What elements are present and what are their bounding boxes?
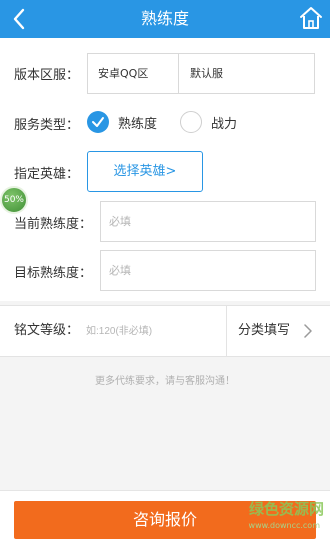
service-note: 更多代练要求，请与客服沟通！: [95, 376, 235, 387]
service-option-power-radio[interactable]: [180, 111, 202, 133]
rune-level-row: 铭文等级： 分类填写: [0, 305, 330, 357]
service-label: 服务类型：: [14, 118, 80, 133]
order-form: 版本区服： 安卓QQ区 默认服 服务类型： 熟练度 战力 指定英雄： 选择英雄>…: [0, 38, 330, 301]
service-option-power-label[interactable]: 战力: [211, 113, 237, 132]
zone-selector[interactable]: 安卓QQ区 默认服: [87, 53, 315, 94]
home-icon[interactable]: [298, 5, 324, 31]
service-option-proficiency-label[interactable]: 熟练度: [118, 113, 157, 132]
watermark-url: www.downcc.com: [248, 521, 320, 530]
target-proficiency-input[interactable]: [100, 250, 316, 291]
checkmark-icon: [92, 117, 104, 127]
service-option-proficiency-radio[interactable]: [87, 111, 109, 133]
hero-label: 指定英雄：: [14, 167, 80, 182]
rune-level-label: 铭文等级：: [14, 323, 80, 338]
zone-version-value[interactable]: 安卓QQ区: [88, 54, 179, 93]
category-fill-button[interactable]: 分类填写: [238, 306, 290, 356]
zone-label: 版本区服：: [14, 68, 80, 83]
zone-server-value[interactable]: 默认服: [180, 54, 314, 93]
rune-level-input[interactable]: [86, 316, 216, 346]
current-proficiency-input[interactable]: [100, 201, 316, 242]
page-title: 熟练度: [140, 9, 189, 28]
divider: [226, 306, 227, 356]
chevron-right-icon[interactable]: [303, 324, 313, 338]
current-proficiency-label: 当前熟练度：: [14, 217, 93, 232]
select-hero-button[interactable]: 选择英雄>: [87, 151, 203, 192]
target-proficiency-label: 目标熟练度：: [14, 266, 93, 281]
top-bar: 熟练度: [0, 0, 330, 38]
watermark: 绿色资源网: [248, 500, 324, 518]
progress-badge[interactable]: 50%: [0, 186, 28, 214]
